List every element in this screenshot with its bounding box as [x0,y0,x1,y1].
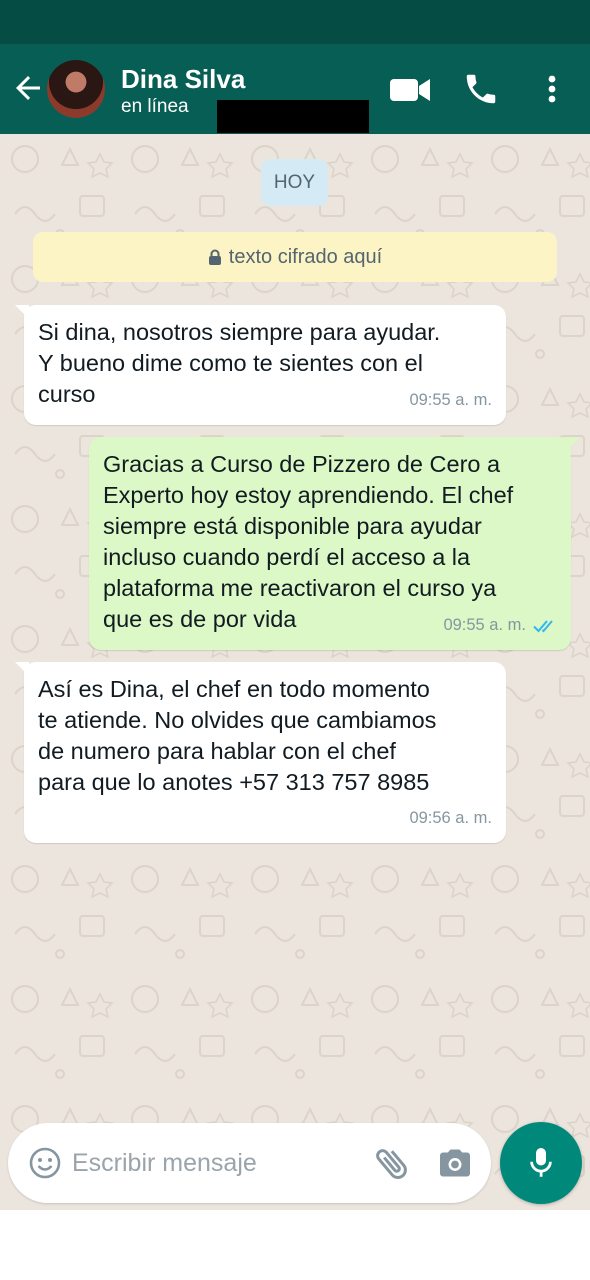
message-input[interactable] [72,1143,362,1183]
message-text: Gracias a Curso de Pizzero de Cero a Exp… [103,451,514,632]
paperclip-icon[interactable] [372,1143,412,1183]
contact-status: en línea [121,96,189,117]
contact-name[interactable]: Dina Silva [121,64,245,95]
emoji-icon[interactable] [28,1146,62,1180]
bubble-tail [566,437,580,451]
avatar[interactable] [47,60,105,118]
date-chip: HOY [261,159,328,206]
bubble-tail [15,305,29,319]
double-check-icon [533,619,553,632]
video-call-icon[interactable] [388,73,432,107]
bubble-tail [15,662,29,676]
message-bubble-incoming[interactable]: Si dina, nosotros siempre para ayudar. Y… [15,305,506,425]
message-meta: 09:55 a. m. [409,385,492,416]
message-meta: 09:55 a. m. [443,610,557,641]
phone-icon[interactable] [462,70,500,108]
back-arrow-icon[interactable] [10,70,46,106]
message-time: 09:56 a. m. [409,809,492,827]
lock-icon [208,249,221,265]
mic-button[interactable] [500,1122,582,1204]
message-composer [8,1123,491,1203]
message-time: 09:55 a. m. [443,616,526,634]
chat-header: Dina Silva en línea [0,44,590,134]
message-text: Así es Dina, el chef en todo momento te … [38,676,437,795]
more-vert-icon[interactable] [540,71,564,107]
bottom-blank-area [0,1210,590,1280]
message-bubble-outgoing[interactable]: Gracias a Curso de Pizzero de Cero a Exp… [89,437,580,650]
encryption-notice-text: texto cifrado aquí [228,245,383,268]
encryption-notice[interactable]: texto cifrado aquí [33,232,557,282]
mic-icon [530,1148,552,1177]
redaction-bar [217,100,369,133]
chat-area[interactable]: HOY texto cifrado aquí Si dina, nosotros… [0,134,590,1210]
message-bubble-incoming[interactable]: Así es Dina, el chef en todo momento te … [15,662,506,843]
status-bar [0,0,590,44]
camera-icon[interactable] [437,1145,473,1181]
message-meta: 09:56 a. m. [409,803,492,834]
message-time: 09:55 a. m. [409,391,492,409]
